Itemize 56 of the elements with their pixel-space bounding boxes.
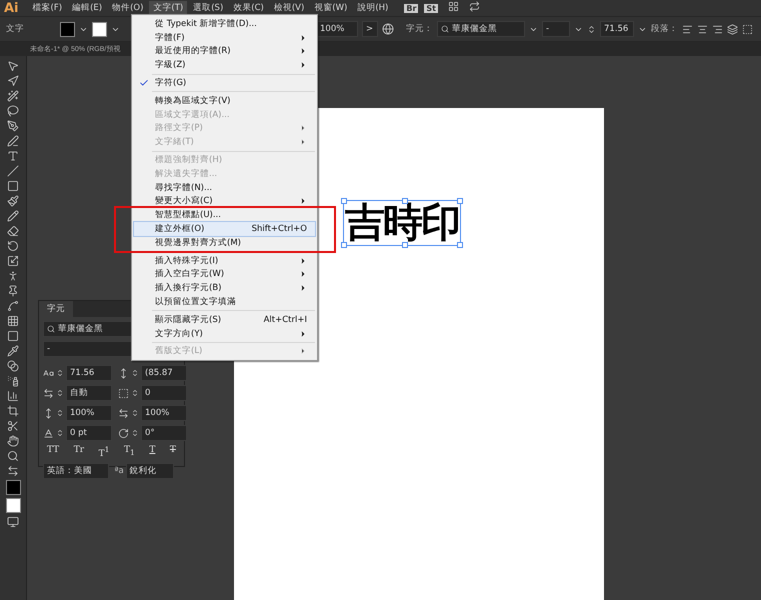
menu-item[interactable]: 以預留位置文字填滿 bbox=[134, 295, 315, 309]
value-field[interactable]: (85.87 bbox=[141, 365, 187, 381]
menu-item[interactable]: 變更大小寫(C) bbox=[134, 194, 315, 208]
shortcut-text: Shift+Ctrl+O bbox=[252, 224, 307, 234]
text-style-button[interactable]: T bbox=[170, 445, 176, 459]
character-label: 字元： bbox=[406, 23, 433, 35]
menu-bar-item[interactable]: 物件(O) bbox=[108, 1, 148, 15]
menu-item[interactable]: 字體(F) bbox=[134, 30, 315, 45]
menu-bar-item[interactable]: 檔案(F) bbox=[28, 1, 66, 15]
menu-item[interactable]: 從 Typekit 新增字體(D)... bbox=[134, 17, 315, 31]
artboard-text[interactable]: 吉時印 bbox=[343, 200, 461, 246]
value-field[interactable]: 自動 bbox=[66, 385, 112, 401]
app-badge[interactable]: St bbox=[424, 4, 438, 12]
menu-item[interactable]: 轉換為區域文字(V) bbox=[134, 94, 315, 108]
menu-item[interactable]: 最近使用的字體(R) bbox=[134, 44, 315, 58]
text-style-button[interactable]: Tr bbox=[74, 445, 84, 459]
text-style-button[interactable]: TT bbox=[47, 445, 60, 459]
menu-item[interactable]: 字級(Z) bbox=[134, 58, 315, 72]
opacity-field[interactable]: 100% bbox=[316, 21, 358, 37]
menu-bar-item[interactable]: 視窗(W) bbox=[310, 1, 352, 15]
tool-label: 文字 bbox=[6, 23, 25, 35]
menu-bar-item[interactable]: 文字(T) bbox=[149, 1, 188, 15]
menu-item[interactable]: 尋找字體(N)... bbox=[134, 180, 315, 195]
menu-bar-item[interactable]: 編輯(E) bbox=[68, 1, 106, 15]
menu-bar-item[interactable]: 說明(H) bbox=[353, 1, 392, 15]
text-style-button[interactable]: T bbox=[149, 445, 156, 459]
shortcut-text: Alt+Ctrl+I bbox=[264, 314, 307, 325]
menu-item[interactable]: 建立外框(O) Shift+Ctrl+O bbox=[134, 222, 315, 236]
value-field[interactable]: 0 bbox=[141, 385, 187, 401]
more-button[interactable]: > bbox=[362, 21, 378, 37]
app-logo: Ai bbox=[4, 0, 19, 16]
antialias-icon: ªa bbox=[114, 466, 124, 476]
menu-item[interactable]: 插入空白字元(W) bbox=[134, 268, 315, 282]
size-field[interactable]: 71.56 bbox=[600, 21, 634, 37]
text-style-button[interactable]: T$^{1}$ bbox=[98, 445, 110, 459]
language-field[interactable]: 英語：美國 bbox=[43, 463, 108, 479]
app-badge[interactable]: Br bbox=[404, 4, 418, 12]
menu-bar-item[interactable]: 效果(C) bbox=[229, 1, 268, 15]
panel-tab[interactable]: 字元 bbox=[39, 301, 73, 317]
value-field[interactable]: 100% bbox=[66, 405, 112, 421]
value-field[interactable]: 71.56 bbox=[66, 365, 112, 381]
text-style-button[interactable]: T$_{1}$ bbox=[124, 445, 135, 459]
style-field[interactable]: - bbox=[542, 21, 570, 37]
value-field[interactable]: 0 pt bbox=[66, 425, 112, 441]
menu-item[interactable]: 插入特殊字元(I) bbox=[134, 254, 315, 268]
menu-bar-item[interactable]: 選取(S) bbox=[189, 1, 228, 15]
antialias-field[interactable]: 銳利化 bbox=[126, 463, 174, 479]
font-field[interactable]: 華康儷金黑 bbox=[437, 21, 525, 37]
menu-item[interactable]: 字符(G) bbox=[134, 76, 315, 90]
menu-item[interactable]: 視覺邊界對齊方式(M) bbox=[134, 236, 315, 250]
menu-item[interactable]: 插入換行字元(B) bbox=[134, 281, 315, 296]
menu-bar-item[interactable]: 檢視(V) bbox=[270, 1, 308, 15]
value-field[interactable]: 100% bbox=[141, 405, 187, 421]
paragraph-label: 段落： bbox=[651, 23, 678, 35]
value-field[interactable]: 0° bbox=[141, 425, 187, 441]
menu-item[interactable]: 智慧型標點(U)... bbox=[134, 208, 315, 222]
